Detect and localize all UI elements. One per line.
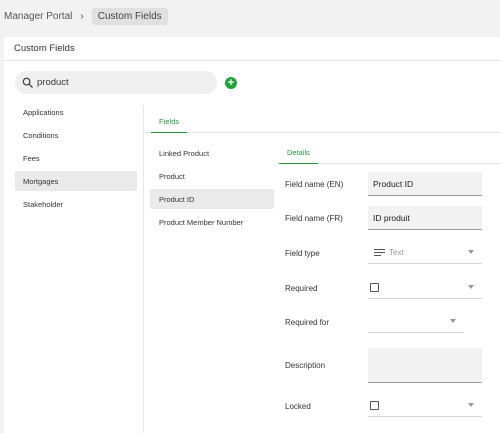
- breadcrumb-custom-fields[interactable]: Custom Fields: [91, 8, 168, 25]
- tab-details[interactable]: Details: [279, 148, 318, 164]
- row-locked: Locked: [278, 395, 500, 417]
- field-type-select[interactable]: Text: [368, 242, 482, 264]
- chevron-down-icon: [468, 403, 474, 407]
- tab-fields[interactable]: Fields: [151, 117, 188, 133]
- field-name-fr-label: Field name (FR): [285, 213, 343, 223]
- search-icon: [22, 77, 33, 88]
- field-name-en-input[interactable]: Product ID: [368, 172, 482, 196]
- description-label: Description: [285, 361, 326, 370]
- search-bar[interactable]: [15, 71, 217, 94]
- row-field-name-en: Field name (EN) Product ID: [278, 172, 500, 196]
- row-required: Required: [278, 277, 500, 299]
- custom-fields-card: Custom Fields + Applications Conditions …: [4, 37, 500, 433]
- field-type-value: Text: [389, 248, 404, 257]
- required-select[interactable]: [368, 277, 482, 299]
- sidebar-item-conditions[interactable]: Conditions: [15, 125, 137, 145]
- search-input[interactable]: [37, 77, 197, 88]
- category-sidebar: Applications Conditions Fees Mortgages S…: [15, 102, 137, 217]
- field-name-en-label: Field name (EN): [285, 179, 344, 189]
- row-description: Description: [278, 348, 500, 383]
- sidebar-item-applications[interactable]: Applications: [15, 102, 137, 122]
- text-lines-icon: [374, 249, 385, 256]
- description-textarea[interactable]: [368, 348, 482, 383]
- card-header: Custom Fields: [4, 37, 500, 61]
- add-field-button[interactable]: +: [225, 77, 237, 89]
- row-required-for: Required for: [278, 311, 500, 333]
- field-item-linked-product[interactable]: Linked Product: [150, 143, 274, 163]
- required-checkbox[interactable]: [370, 283, 379, 292]
- fields-tab-bar: Fields: [144, 105, 500, 133]
- breadcrumb: Manager Portal › Custom Fields: [0, 0, 500, 33]
- required-for-select[interactable]: [368, 311, 464, 333]
- sidebar-item-fees[interactable]: Fees: [15, 148, 137, 168]
- sidebar-item-stakeholder[interactable]: Stakeholder: [15, 194, 137, 214]
- field-name-fr-input[interactable]: ID produit: [368, 206, 482, 230]
- locked-label: Locked: [285, 401, 311, 411]
- sidebar-item-mortgages[interactable]: Mortgages: [15, 171, 137, 191]
- locked-select[interactable]: [368, 395, 482, 417]
- locked-checkbox[interactable]: [370, 401, 379, 410]
- row-field-name-fr: Field name (FR) ID produit: [278, 206, 500, 230]
- details-tab-bar: Details: [278, 143, 500, 164]
- field-type-label: Field type: [285, 248, 320, 258]
- row-field-type: Field type Text: [278, 242, 500, 264]
- fields-panel: Fields Linked Product Product Product ID…: [143, 105, 500, 433]
- card-title: Custom Fields: [14, 43, 75, 54]
- fields-list: Linked Product Product Product ID Produc…: [150, 143, 274, 235]
- required-label: Required: [285, 283, 318, 293]
- details-panel: Details Field name (EN) Product ID Field…: [278, 143, 500, 417]
- breadcrumb-manager-portal[interactable]: Manager Portal: [4, 11, 72, 22]
- required-for-label: Required for: [285, 317, 330, 327]
- field-item-product[interactable]: Product: [150, 166, 274, 186]
- chevron-down-icon: [468, 250, 474, 254]
- chevron-right-icon: ›: [80, 11, 84, 22]
- field-item-product-id[interactable]: Product ID: [150, 189, 274, 209]
- chevron-down-icon: [450, 319, 456, 323]
- field-item-product-member-number[interactable]: Product Member Number: [150, 212, 274, 232]
- chevron-down-icon: [468, 285, 474, 289]
